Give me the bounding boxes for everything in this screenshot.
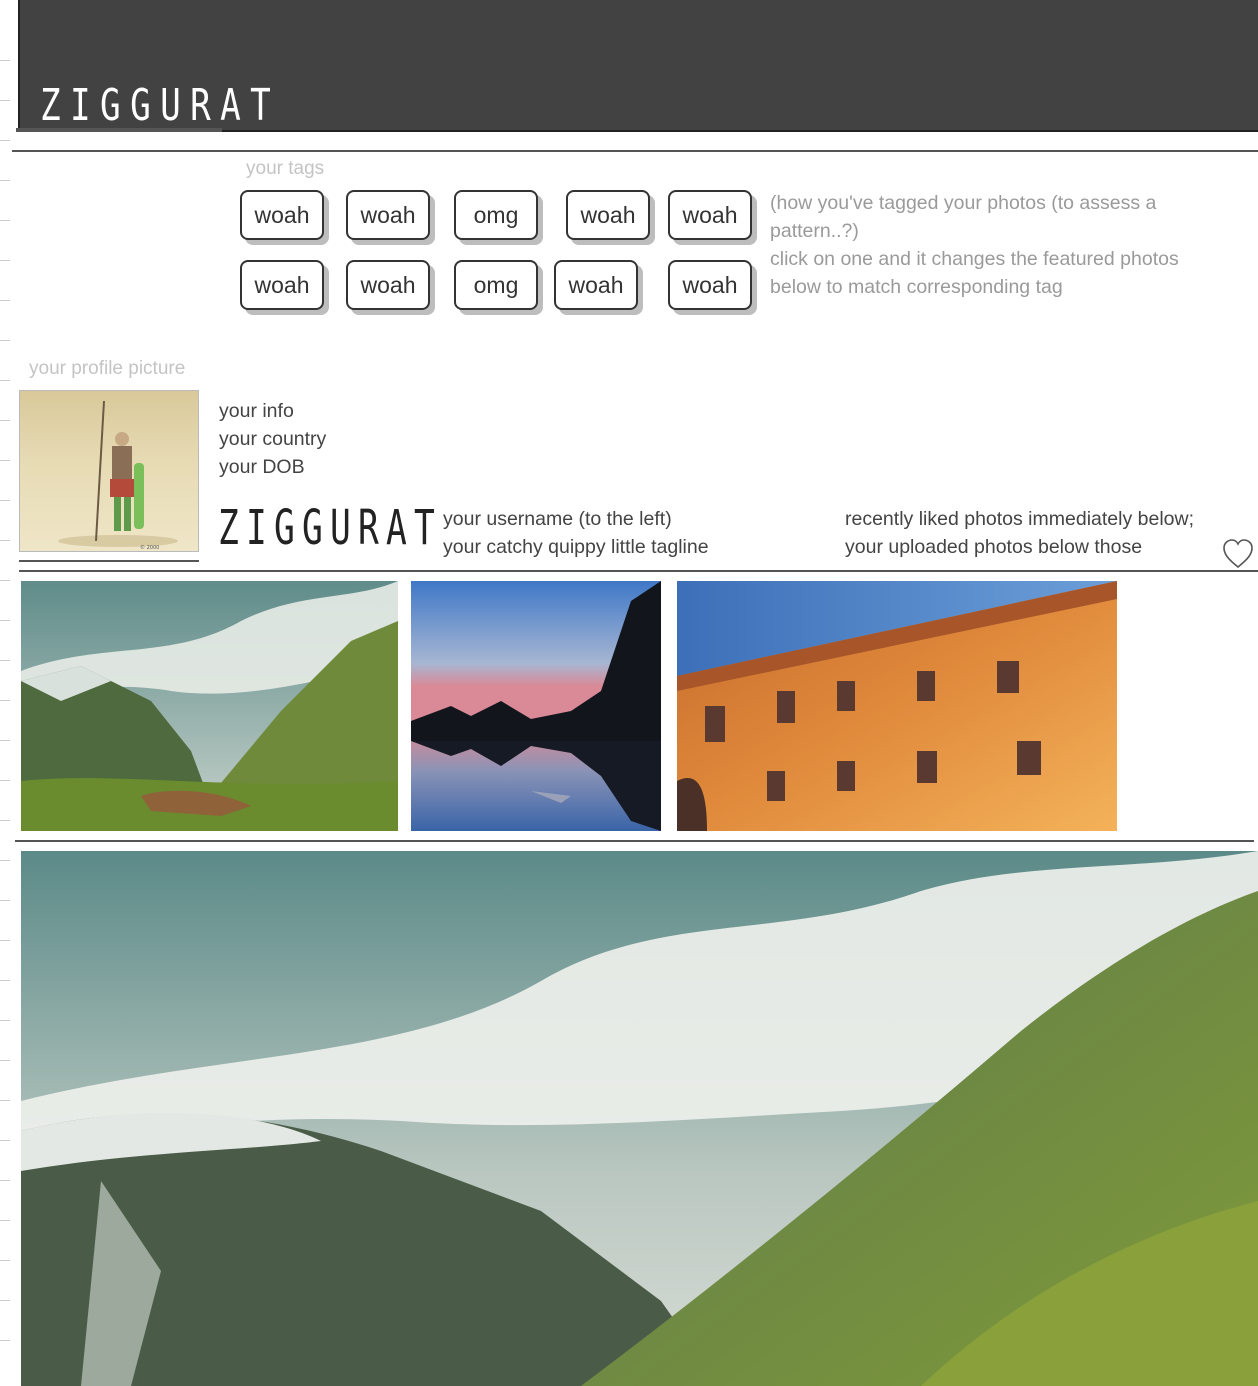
site-logo[interactable]: ZIGGURAT bbox=[40, 80, 280, 135]
profile-picture[interactable]: © 2000 bbox=[19, 390, 199, 552]
profile-picture-label: your profile picture bbox=[29, 358, 186, 379]
tagline-line: your catchy quippy little tagline bbox=[443, 536, 709, 558]
tag-button[interactable]: woah bbox=[668, 190, 752, 240]
username-line: your username (to the left) bbox=[443, 508, 672, 530]
tag-button[interactable]: woah bbox=[240, 260, 324, 310]
tag-button[interactable]: woah bbox=[566, 190, 650, 240]
dob-line: your DOB bbox=[219, 456, 305, 478]
tag-button[interactable]: woah bbox=[668, 260, 752, 310]
tag-button[interactable]: woah bbox=[554, 260, 638, 310]
left-gutter bbox=[0, 0, 12, 1386]
user-info-lines: your info your country your DOB bbox=[219, 397, 326, 481]
username-lines: your username (to the left) your catchy … bbox=[443, 505, 709, 561]
liked-photo-mountains[interactable] bbox=[21, 581, 398, 831]
tag-button[interactable]: woah bbox=[346, 190, 430, 240]
uploaded-line: your uploaded photos below those bbox=[845, 536, 1143, 558]
liked-photo-brick-building[interactable] bbox=[677, 581, 1117, 831]
divider bbox=[19, 570, 1258, 572]
info-line: your info bbox=[219, 400, 294, 422]
liked-line: recently liked photos immediately below; bbox=[845, 508, 1195, 530]
divider bbox=[15, 840, 1254, 842]
liked-photo-sunset-lake[interactable] bbox=[411, 581, 661, 831]
tags-label: your tags bbox=[246, 158, 325, 179]
featured-photo-mountains[interactable] bbox=[21, 851, 1258, 1386]
svg-text:© 2000: © 2000 bbox=[140, 544, 159, 551]
tag-button[interactable]: omg bbox=[454, 190, 538, 240]
tags-note: (how you've tagged your photos (to asses… bbox=[770, 192, 1179, 298]
avatar-underline bbox=[19, 560, 199, 562]
tag-button[interactable]: omg bbox=[454, 260, 538, 310]
site-header: ZIGGURAT bbox=[18, 0, 1258, 132]
tag-button[interactable]: woah bbox=[240, 190, 324, 240]
tag-button[interactable]: woah bbox=[346, 260, 430, 310]
heart-icon[interactable] bbox=[1222, 538, 1254, 570]
warrior-illustration: © 2000 bbox=[58, 400, 178, 551]
country-line: your country bbox=[219, 428, 327, 450]
username-logo[interactable]: ZIGGURAT bbox=[218, 500, 442, 556]
liked-note: recently liked photos immediately below;… bbox=[845, 505, 1194, 561]
logo-underline bbox=[16, 128, 222, 132]
divider bbox=[12, 150, 1258, 152]
